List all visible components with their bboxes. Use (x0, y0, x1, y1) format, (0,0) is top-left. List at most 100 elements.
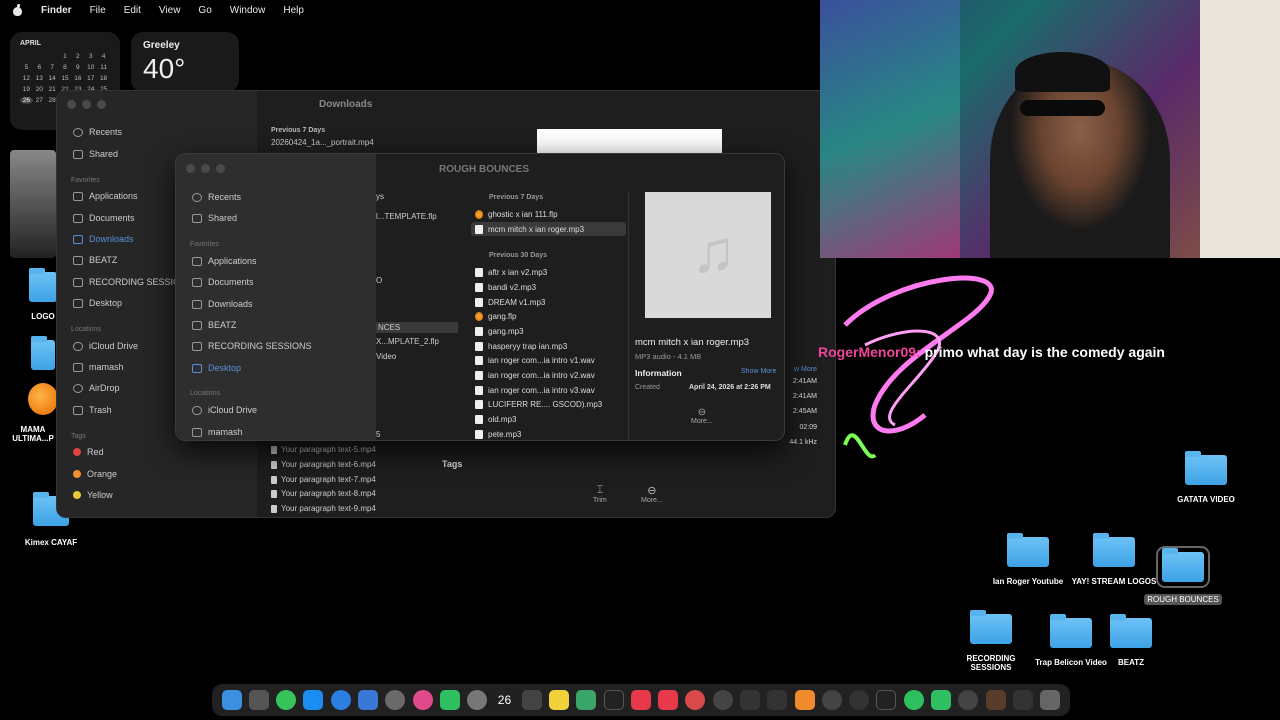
list-item[interactable]: Your paragraph text-9.mp4 (271, 504, 376, 513)
trash-dock-icon[interactable] (1040, 690, 1061, 710)
sidebar-item-shared[interactable]: Shared (73, 149, 118, 159)
file-row[interactable]: gang.flp (471, 309, 626, 324)
list-item[interactable]: Your paragraph text-5.mp4 (271, 445, 376, 454)
file-row[interactable]: ian roger com...ia intro v3.wav (471, 383, 626, 398)
menu-file[interactable]: File (90, 5, 106, 16)
list-item[interactable]: 5 (376, 430, 380, 439)
file-row[interactable]: hasperyy trap ian.mp3 (471, 339, 626, 354)
list-item[interactable]: X...MPLATE_2.flp (376, 337, 439, 346)
sidebar-item-trash[interactable]: Trash (73, 405, 112, 415)
list-item[interactable]: O (376, 276, 382, 285)
whatsapp-icon[interactable] (903, 690, 924, 710)
window-controls[interactable] (67, 100, 106, 109)
messages-icon[interactable] (276, 690, 297, 710)
capcut-icon[interactable] (876, 690, 897, 710)
news-icon[interactable] (658, 690, 679, 710)
finder-window-rough-bounces[interactable]: Recents Shared Favorites Applications Do… (175, 153, 785, 441)
app-icon[interactable] (739, 690, 760, 710)
finder-icon[interactable] (221, 690, 242, 710)
list-item-selected[interactable]: NCES (376, 322, 458, 333)
help-icon[interactable] (821, 690, 842, 710)
app-icon[interactable] (1012, 690, 1033, 710)
menu-edit[interactable]: Edit (124, 5, 141, 16)
sidebar-item-icloud[interactable]: iCloud Drive (192, 405, 257, 415)
reminders-icon[interactable] (521, 690, 542, 710)
desktop-folder-gatata-video[interactable]: GATATA VIDEO (1161, 451, 1251, 504)
calendar-dock-icon[interactable]: 26 (494, 690, 514, 710)
menu-view[interactable]: View (159, 5, 181, 16)
app-icon[interactable] (985, 690, 1006, 710)
notes-icon[interactable] (549, 690, 570, 710)
help-icon[interactable] (712, 690, 733, 710)
sidebar-item-recents[interactable]: Recents (192, 192, 241, 202)
sidebar-item-mamash[interactable]: mamash (73, 362, 124, 372)
more-button[interactable]: ⊖ More... (641, 484, 663, 504)
show-more-link[interactable]: Show More (741, 368, 776, 375)
list-item[interactable]: Your paragraph text-8.mp4 (271, 489, 376, 498)
menu-app-finder[interactable]: Finder (41, 5, 72, 16)
list-item[interactable]: Your paragraph text-7.mp4 (271, 475, 376, 484)
sidebar-item-recording-sessions[interactable]: RECORDING SESSIONS (192, 341, 312, 351)
sidebar-item-recents[interactable]: Recents (73, 127, 122, 137)
list-item[interactable]: ys (376, 192, 384, 201)
list-item[interactable]: Your paragraph text-6.mp4 (271, 460, 376, 469)
fl-studio-icon[interactable] (28, 383, 58, 415)
desktop-folder-beatz[interactable]: BEATZ (1086, 614, 1176, 667)
file-row[interactable]: gang.mp3 (471, 324, 626, 339)
sidebar-item-beatz[interactable]: BEATZ (192, 320, 236, 330)
sidebar-item-documents[interactable]: Documents (73, 213, 135, 223)
sidebar-item-icloud[interactable]: iCloud Drive (73, 341, 138, 351)
music-icon[interactable] (630, 690, 651, 710)
more-button[interactable]: ⊖ More... (691, 407, 713, 425)
sidebar-item-shared[interactable]: Shared (192, 213, 237, 223)
sidebar-item-desktop[interactable]: Desktop (192, 363, 241, 373)
system-settings-icon[interactable] (467, 690, 488, 710)
app-store-icon[interactable] (303, 690, 324, 710)
file-row[interactable]: LUCIFERR RE.... GSCOD).mp3 (471, 398, 626, 413)
sidebar-item-applications[interactable]: Applications (73, 191, 138, 201)
file-row[interactable]: old.mp3 (471, 412, 626, 427)
menu-help[interactable]: Help (283, 5, 304, 16)
launchpad-icon[interactable] (248, 690, 269, 710)
maps-icon[interactable] (576, 690, 597, 710)
weather-widget[interactable]: Greeley 40° (131, 32, 239, 92)
file-row[interactable]: ghostic x ian 111.flp (471, 207, 626, 222)
menu-window[interactable]: Window (230, 5, 266, 16)
photos-icon[interactable] (412, 690, 433, 710)
file-row[interactable]: bandi v2.mp3 (471, 280, 626, 295)
desktop-folder-recording-sessions[interactable]: RECORDING SESSIONS (946, 610, 1036, 672)
sidebar-item-downloads[interactable]: Downloads (73, 234, 134, 244)
desktop-folder-ian-roger-youtube[interactable]: Ian Roger Youtube (983, 533, 1073, 586)
desktop-folder-partial[interactable] (30, 336, 56, 370)
file-row[interactable]: aftr x ian v2.mp3 (471, 265, 626, 280)
sidebar-item-beatz[interactable]: BEATZ (73, 255, 117, 265)
apple-tv-icon[interactable] (603, 690, 624, 710)
apple-menu-icon[interactable] (12, 4, 23, 16)
show-more-link[interactable]: w More (785, 366, 817, 373)
file-row-selected[interactable]: mcm mitch x ian roger.mp3 (471, 221, 626, 237)
help-icon[interactable] (958, 690, 979, 710)
chrome-icon[interactable] (385, 690, 406, 710)
obs-icon[interactable] (849, 690, 870, 710)
sidebar-tag-yellow[interactable]: Yellow (73, 490, 113, 500)
facetime-icon[interactable] (439, 690, 460, 710)
safari-icon[interactable] (330, 690, 351, 710)
list-item[interactable]: l...TEMPLATE.flp (376, 212, 437, 221)
window-controls[interactable] (186, 164, 225, 173)
sidebar-item-documents[interactable]: Documents (192, 277, 254, 287)
sidebar-item-mamash[interactable]: mamash (192, 427, 243, 437)
desktop-video-thumbnail[interactable] (10, 150, 56, 258)
app-icon[interactable] (685, 690, 706, 710)
list-item[interactable]: Video (376, 352, 396, 361)
sidebar-tag-red[interactable]: Red (73, 447, 104, 457)
sidebar-item-desktop[interactable]: Desktop (73, 298, 122, 308)
file-row[interactable]: ian roger com...ia intro v1.wav (471, 354, 626, 369)
sidebar-tag-orange[interactable]: Orange (73, 469, 117, 479)
desktop-folder-logo[interactable]: LOGO (26, 268, 60, 321)
mail-icon[interactable] (358, 690, 379, 710)
sidebar-item-downloads[interactable]: Downloads (192, 299, 253, 309)
fl-studio-dock-icon[interactable] (794, 690, 815, 710)
menu-go[interactable]: Go (198, 5, 211, 16)
file-row[interactable]: DREAM v1.mp3 (471, 295, 626, 310)
phone-icon[interactable] (930, 690, 951, 710)
